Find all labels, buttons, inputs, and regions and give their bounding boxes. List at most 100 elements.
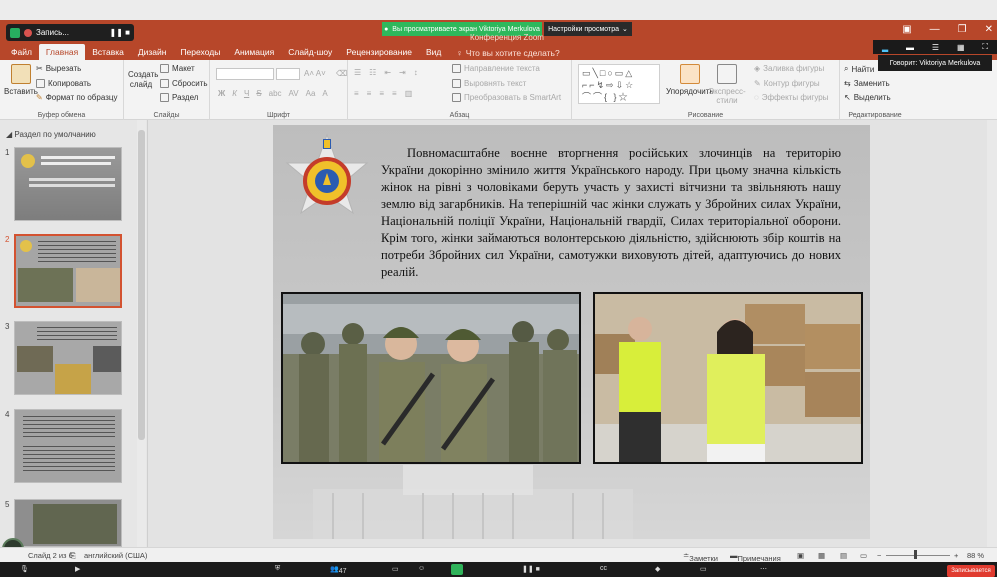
justify-icon[interactable]: ≡ [392,89,397,98]
arrange-button[interactable]: Упорядочить [666,64,714,96]
microphone-icon[interactable]: 🎙 [20,565,29,573]
shadow-button[interactable]: abc [269,89,282,98]
participants-icon[interactable]: 👥 47 [330,565,347,575]
clear-format-icon[interactable]: ⌫ [336,69,347,78]
slide-body-text[interactable]: Повномасштабне воєнне вторгнення російсь… [381,145,841,281]
slide-thumbnail-selected[interactable] [14,234,122,308]
pause-record-icon[interactable]: ❚❚ ■ [522,565,540,573]
underline-button[interactable]: Ч [244,89,249,98]
slideshow-icon[interactable]: ▭ [860,551,867,560]
new-slide-button[interactable]: Создать слайд [128,70,158,90]
columns-icon[interactable]: ▥ [405,89,413,98]
align-text-button[interactable]: Выровнять текст [452,79,526,88]
tab-home[interactable]: Главная [38,44,86,60]
bullets-icon[interactable]: ☰ [354,68,361,77]
slide-thumbnail[interactable] [14,147,122,221]
numbering-icon[interactable]: ☷ [369,68,376,77]
video-icon[interactable]: ▶ [75,565,80,573]
exit-fullscreen-icon[interactable]: ⛶ [982,42,988,52]
char-spacing-button[interactable]: AV [289,89,299,98]
close-icon[interactable]: ✕ [985,24,993,35]
strikethrough-button[interactable]: S [256,89,261,98]
indent-icon[interactable]: ⇤ [384,68,391,77]
reading-view-icon[interactable]: ▤ [840,551,847,560]
align-right-icon[interactable]: ≡ [379,89,384,98]
comments-button[interactable]: ▬ Примечания [730,551,781,563]
restore-icon[interactable]: ❐ [958,24,967,35]
text-direction-button[interactable]: Направление текста [452,64,540,73]
outdent-icon[interactable]: ⇥ [399,68,406,77]
tab-slideshow[interactable]: Слайд-шоу [281,44,339,60]
ribbon-display-icon[interactable]: ▣ [902,24,911,35]
tell-me-search[interactable]: ♀ Что вы хотите сделать? [448,46,567,60]
align-left-icon[interactable]: ≡ [354,89,359,98]
replace-button[interactable]: ⇆ Заменить [844,79,890,88]
tab-animations[interactable]: Анимация [227,44,281,60]
zoom-slider-thumb[interactable] [914,550,917,559]
normal-view-icon[interactable]: ▣ [797,551,804,560]
zoom-level[interactable]: 88 % [967,551,984,560]
cut-button[interactable]: ✂ Вырезать [36,64,81,73]
change-case-button[interactable]: Aa [306,89,316,98]
slide-sorter-icon[interactable]: ▦ [818,551,825,560]
find-button[interactable]: ⌕ Найти [844,64,874,74]
captions-icon[interactable]: cc [600,565,607,572]
strip-view-icon[interactable]: ▬ [906,43,914,52]
chat-icon[interactable]: ▭ [392,565,399,573]
shapes-gallery[interactable]: ▭╲□○▭△ ⌐⌐↯⇨⇩☆ ⌒⌒{ }☆ [578,64,660,104]
smartart-button[interactable]: Преобразовать в SmartArt [452,93,561,102]
italic-button[interactable]: К [232,89,237,98]
tab-view[interactable]: Вид [419,44,448,60]
apps-icon[interactable]: ◆ [655,565,660,573]
more-icon[interactable]: ⋯ [760,565,767,573]
font-color-button[interactable]: A [322,89,327,98]
share-screen-icon[interactable] [451,564,463,575]
font-size-input[interactable] [276,68,300,80]
slide-thumbnail[interactable] [14,499,122,547]
bold-button[interactable]: Ж [218,89,225,98]
slide-thumbnail[interactable] [14,321,122,395]
view-settings-button[interactable]: Настройки просмотра ⌄ [544,22,632,36]
thumbnails-scrollbar[interactable] [137,120,146,547]
paste-button[interactable]: Вставить [4,64,38,96]
minimize-icon[interactable]: — [930,24,940,35]
shape-outline-button[interactable]: ✎ Контур фигуры [754,79,820,88]
line-spacing-icon[interactable]: ↕ [414,68,418,77]
photo-servicewomen[interactable] [281,292,581,464]
section-button[interactable]: Раздел [160,93,198,102]
font-grow-button[interactable]: A˄ A˅ [304,69,326,78]
gallery-view-icon[interactable]: ▦ [957,43,965,52]
tab-review[interactable]: Рецензирование [339,44,419,60]
whiteboard-icon[interactable]: ▭ [700,565,707,573]
copy-button[interactable]: Копировать [36,79,91,88]
editor-scrollbar[interactable] [987,120,997,547]
security-icon[interactable]: ⛨ [275,565,280,573]
reactions-icon[interactable]: ☺ [418,565,425,572]
section-header[interactable]: ◢ Раздел по умолчанию [6,130,96,139]
tab-design[interactable]: Дизайн [131,44,174,60]
slide[interactable]: Повномасштабне воєнне вторгнення російсь… [273,125,870,539]
language-label[interactable]: английский (США) [84,551,147,560]
shape-effects-button[interactable]: ◌ Эффекты фигуры [754,93,828,102]
tab-file[interactable]: Файл [4,44,39,60]
layout-button[interactable]: Макет [160,64,195,73]
recording-badge[interactable]: Записывается [947,565,995,577]
format-painter-button[interactable]: ✎ Формат по образцу [36,93,117,102]
tab-insert[interactable]: Вставка [85,44,131,60]
spellcheck-icon[interactable]: ⎘ [70,551,76,561]
quick-styles-button[interactable]: Экспресс-стили [708,64,746,105]
slide-thumbnail[interactable] [14,409,122,483]
select-button[interactable]: ↖ Выделить [844,93,891,102]
zoom-slider[interactable] [886,555,950,556]
align-center-icon[interactable]: ≡ [367,89,372,98]
pause-icon[interactable]: ❚❚ ■ [110,28,130,37]
reset-button[interactable]: Сбросить [160,79,208,88]
font-name-input[interactable] [216,68,274,80]
zoom-in-button[interactable]: + [954,551,958,560]
notes-button[interactable]: ≐ Заметки [683,551,718,563]
speaker-view-icon[interactable]: ☰ [932,43,939,52]
photo-volunteers[interactable] [593,292,863,464]
shape-fill-button[interactable]: ◈ Заливка фигуры [754,64,824,73]
zoom-out-button[interactable]: − [877,551,881,560]
tab-transitions[interactable]: Переходы [173,44,227,60]
